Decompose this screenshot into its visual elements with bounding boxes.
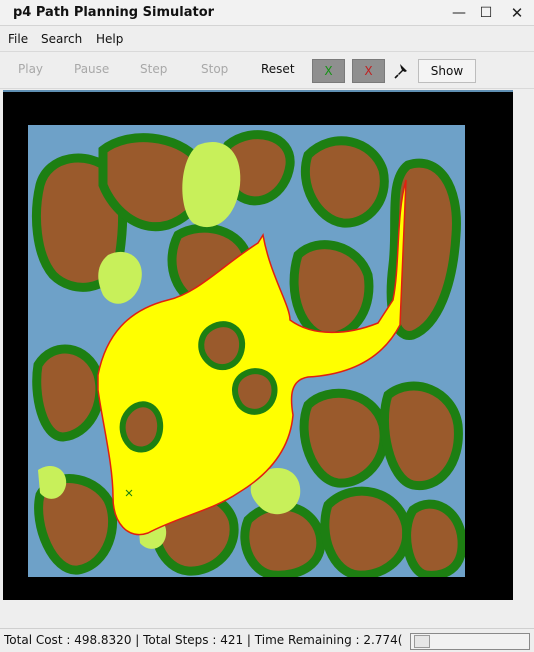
- island-12: [240, 501, 326, 577]
- status-bar: Total Cost : 498.8320 | Total Steps : 42…: [0, 628, 534, 652]
- stop-button[interactable]: Stop: [201, 62, 228, 76]
- title-bar: p4 Path Planning Simulator — ☐ ✕: [0, 0, 534, 26]
- reset-button[interactable]: Reset: [261, 62, 295, 76]
- island-13: [320, 486, 412, 577]
- inner-island-2: [198, 321, 246, 371]
- set-goal-button[interactable]: X: [352, 59, 385, 83]
- menu-search[interactable]: Search: [41, 32, 82, 46]
- close-icon[interactable]: ✕: [505, 3, 529, 23]
- menu-help[interactable]: Help: [96, 32, 123, 46]
- island-6: [289, 240, 374, 342]
- pushpin-icon[interactable]: [393, 62, 411, 80]
- slider-thumb[interactable]: [414, 635, 430, 648]
- speed-slider[interactable]: [410, 633, 530, 650]
- terrain-map[interactable]: [28, 125, 465, 577]
- maximize-icon[interactable]: ☐: [474, 3, 498, 23]
- status-text: Total Cost : 498.8320 | Total Steps : 42…: [4, 633, 403, 647]
- pause-button[interactable]: Pause: [74, 62, 109, 76]
- step-button[interactable]: Step: [140, 62, 167, 76]
- minimize-icon[interactable]: —: [447, 3, 471, 23]
- menu-bar: File Search Help: [0, 27, 534, 52]
- island-7: [32, 344, 105, 442]
- play-button[interactable]: Play: [18, 62, 43, 76]
- toolbar: Play Pause Step Stop Reset X X Show: [0, 53, 534, 89]
- inner-island-3: [232, 368, 278, 415]
- set-start-button[interactable]: X: [312, 59, 345, 83]
- island-14: [402, 499, 465, 577]
- right-margin: [514, 90, 534, 602]
- menu-file[interactable]: File: [8, 32, 28, 46]
- island-8: [299, 388, 389, 488]
- inner-island-1: [119, 401, 164, 453]
- window-title: p4 Path Planning Simulator: [13, 5, 215, 20]
- island-4: [300, 136, 389, 228]
- island-9: [380, 381, 463, 491]
- map-canvas[interactable]: [3, 90, 513, 600]
- show-button[interactable]: Show: [418, 59, 476, 83]
